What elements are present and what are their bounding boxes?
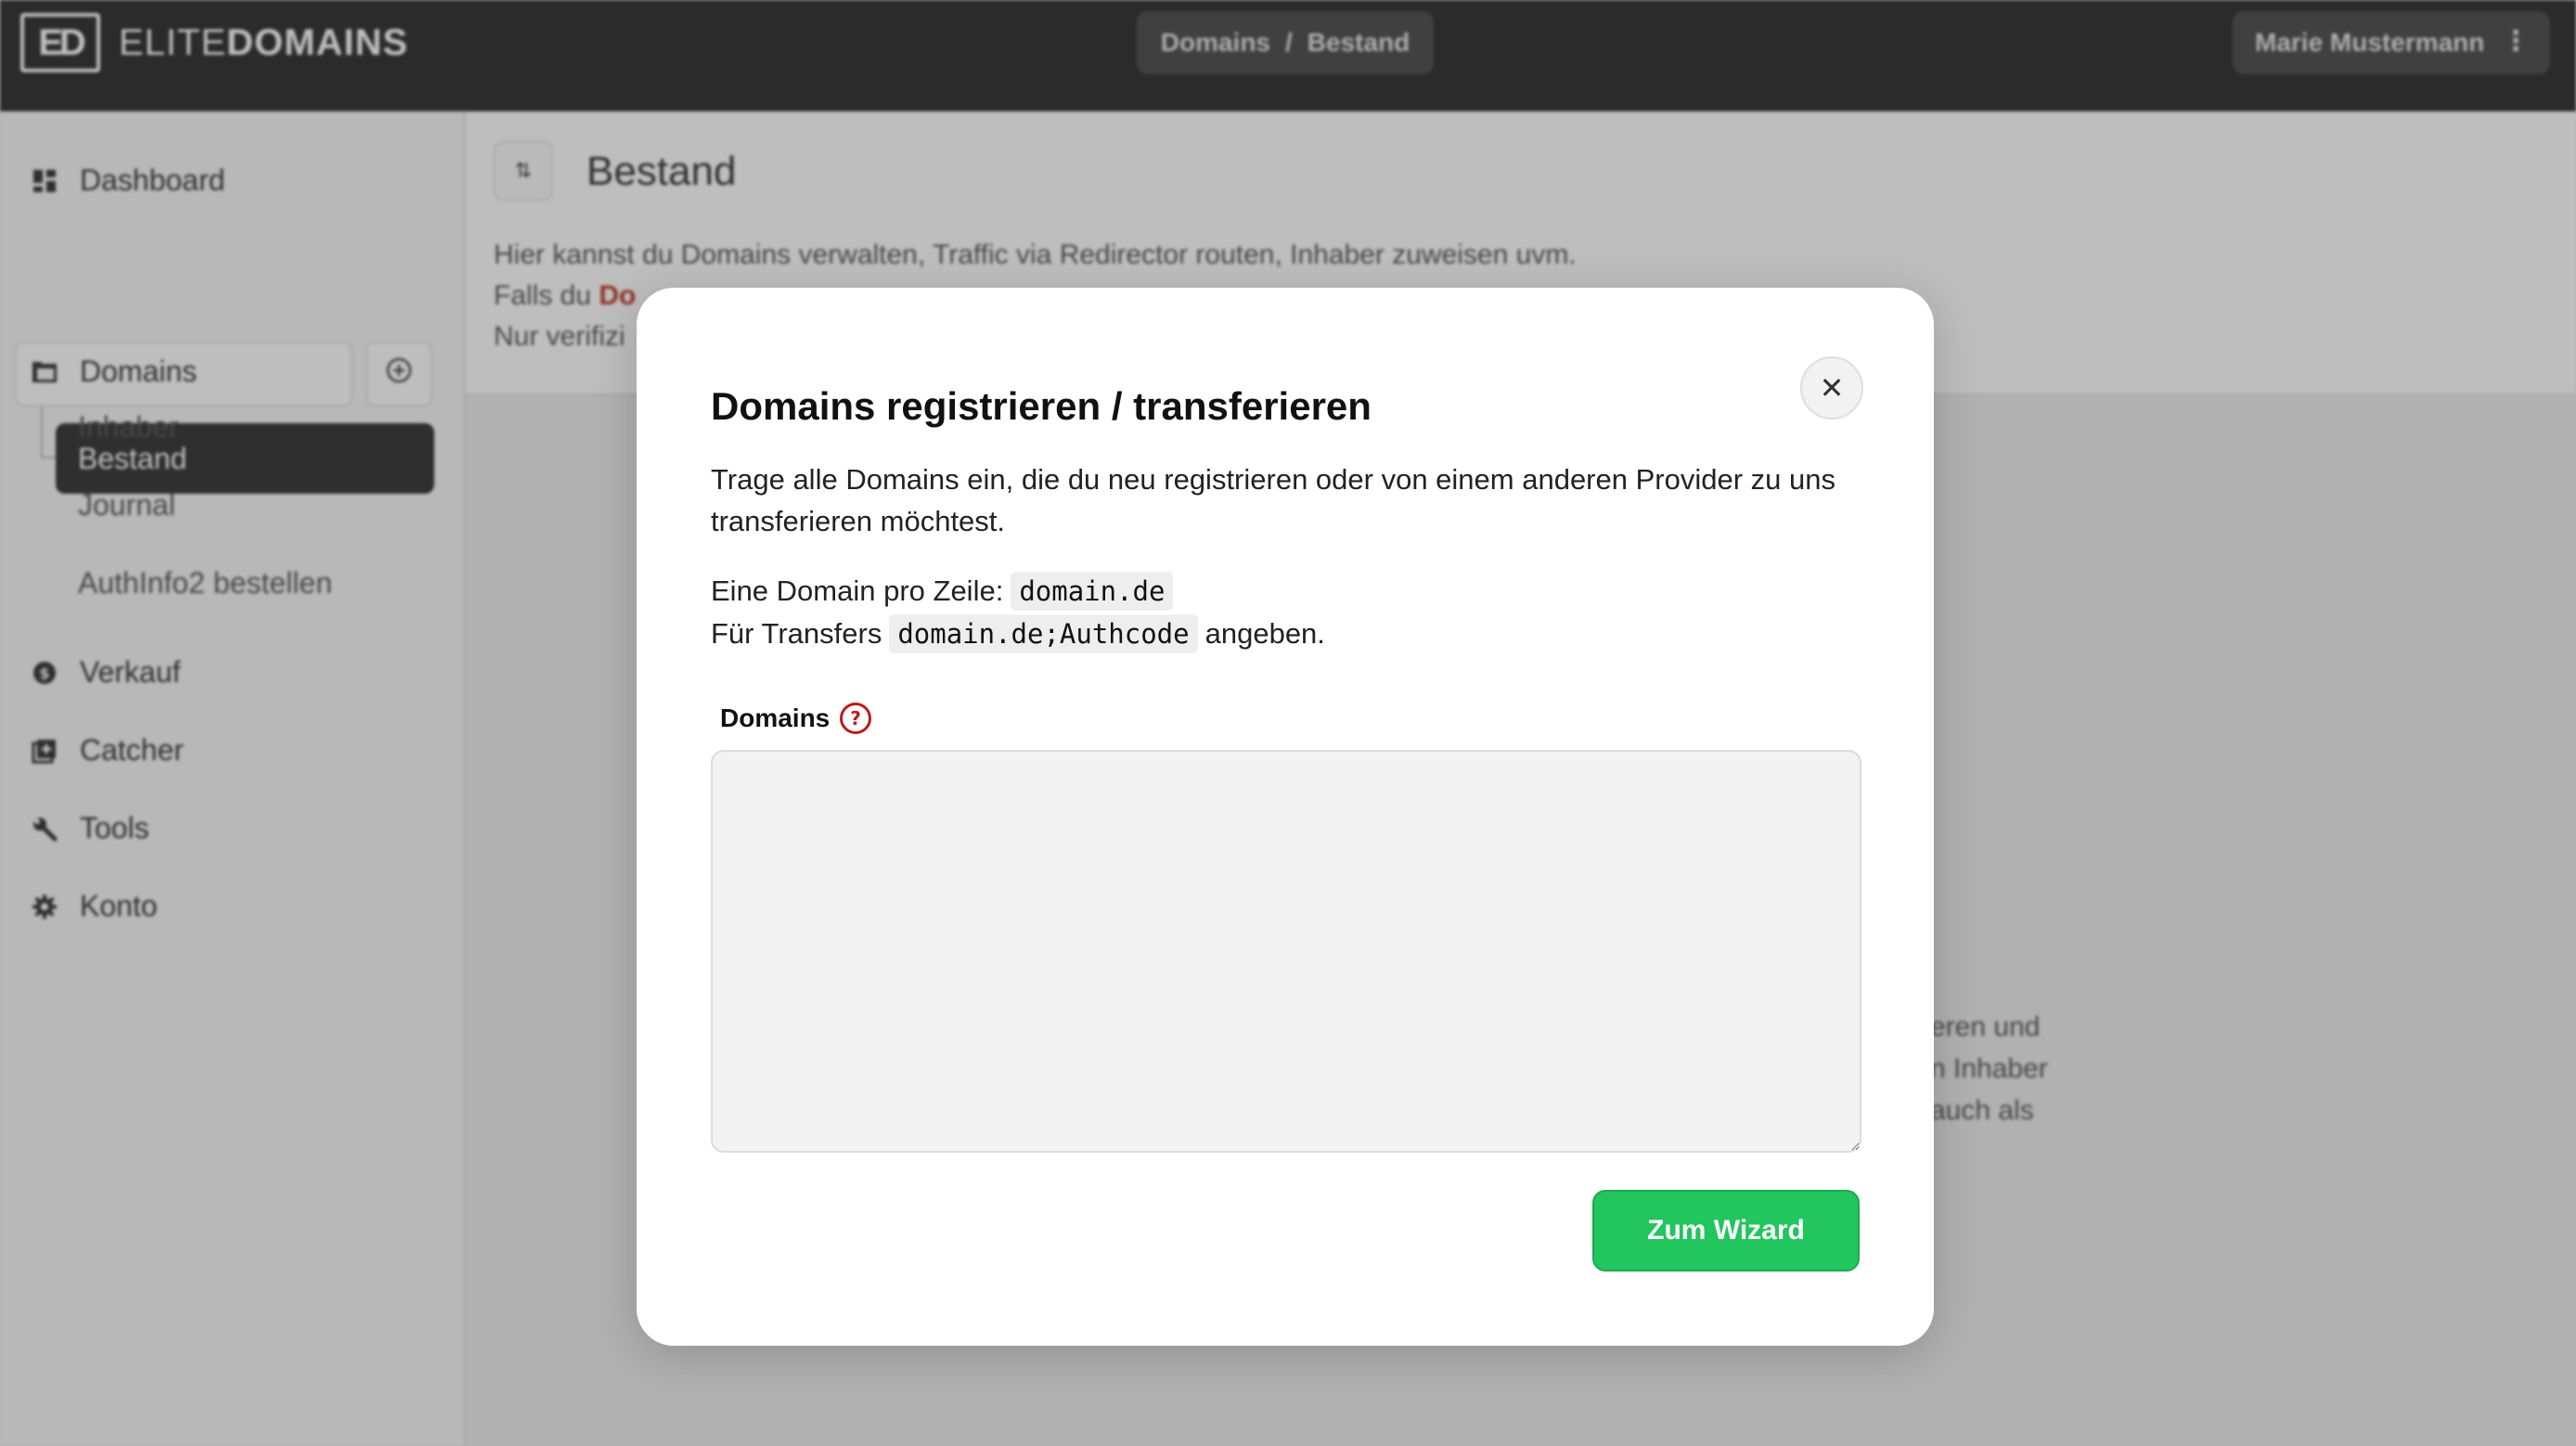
zum-wizard-button[interactable]: Zum Wizard <box>1592 1190 1860 1272</box>
domains-field-label: Domains ? <box>720 702 872 735</box>
hint-one-per-line: Eine Domain pro Zeile: domain.de <box>711 572 1180 611</box>
modal-title: Domains registrieren / transferieren <box>711 384 1372 428</box>
modal-description: Trage alle Domains ein, die du neu regis… <box>711 463 1835 537</box>
domains-textarea[interactable] <box>711 750 1861 1153</box>
hint-suffix: angeben. <box>1204 617 1325 650</box>
svg-text:?: ? <box>850 707 861 729</box>
help-icon[interactable]: ? <box>839 702 872 735</box>
close-icon: ✕ <box>1819 371 1845 405</box>
field-label-text: Domains <box>720 704 831 732</box>
hint-text: Eine Domain pro Zeile: <box>711 575 1004 607</box>
code-example-authcode: domain.de;Authcode <box>889 614 1198 653</box>
hint-text: Für Transfers <box>711 617 882 650</box>
code-example-domain: domain.de <box>1011 572 1174 611</box>
close-button[interactable]: ✕ <box>1800 356 1863 420</box>
register-transfer-modal: ✕ Domains registrieren / transferieren T… <box>637 288 1934 1346</box>
hint-transfers: Für Transfers domain.de;Authcode angeben… <box>711 614 1325 653</box>
